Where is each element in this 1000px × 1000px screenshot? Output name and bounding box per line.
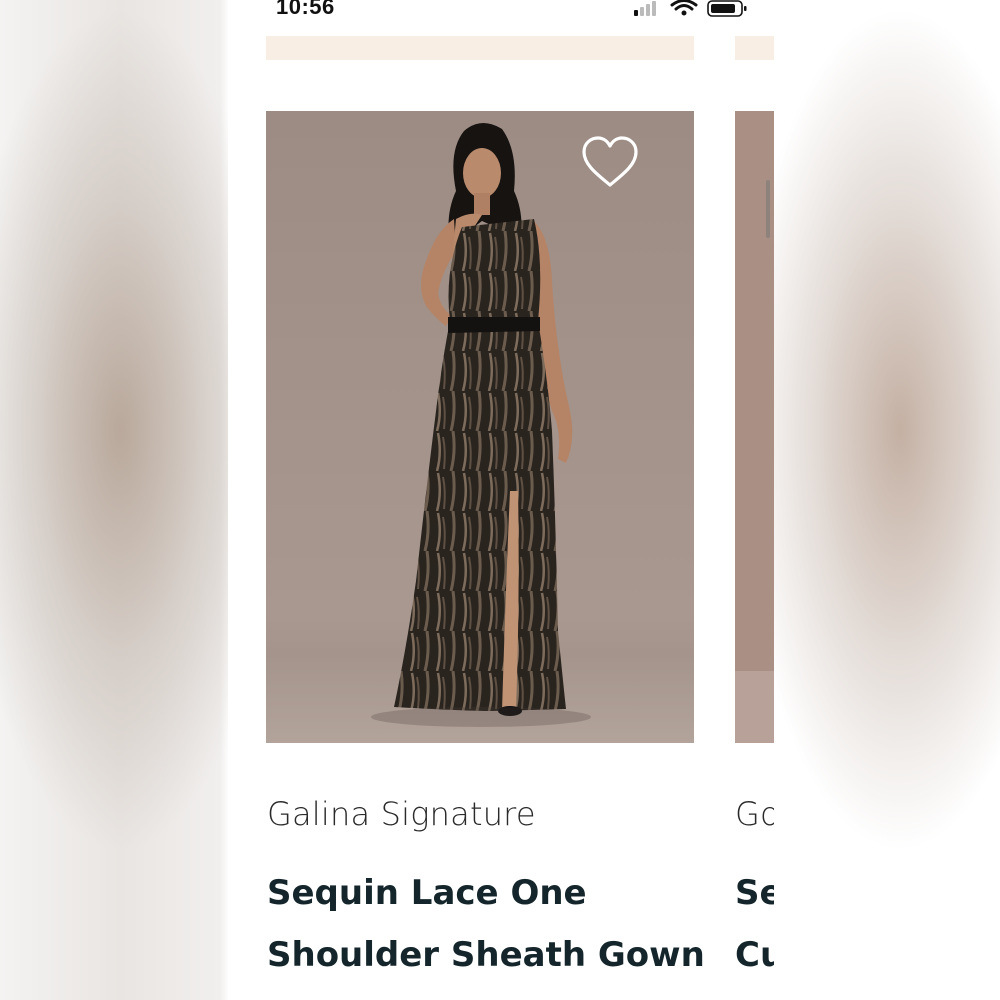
battery-icon bbox=[707, 0, 747, 17]
scroll-indicator[interactable] bbox=[766, 180, 770, 238]
product-brand-next[interactable]: Go bbox=[735, 795, 774, 833]
status-icons bbox=[634, 0, 774, 18]
promo-banner[interactable] bbox=[266, 36, 694, 60]
wifi-icon bbox=[670, 0, 698, 16]
product-image[interactable] bbox=[266, 111, 694, 743]
product-title-next[interactable]: Se Cu bbox=[735, 862, 774, 986]
status-time: 10:56 bbox=[276, 0, 335, 19]
phone-screen: 10:56 Galina Signature Sequin Lace One S… bbox=[228, 0, 774, 1000]
heart-outline-icon[interactable] bbox=[580, 135, 640, 191]
product-brand[interactable]: Galina Signature bbox=[267, 795, 536, 833]
status-bar: 10:56 bbox=[228, 0, 774, 22]
product-title[interactable]: Sequin Lace One Shoulder Sheath Gown bbox=[267, 862, 705, 986]
product-title-next-line2: Cu bbox=[735, 935, 774, 975]
product-title-next-line1: Se bbox=[735, 873, 774, 913]
product-title-line2: Shoulder Sheath Gown bbox=[267, 935, 705, 975]
product-title-line1: Sequin Lace One bbox=[267, 873, 587, 913]
cellular-signal-icon bbox=[634, 1, 656, 16]
promo-banner-next[interactable] bbox=[735, 36, 774, 60]
